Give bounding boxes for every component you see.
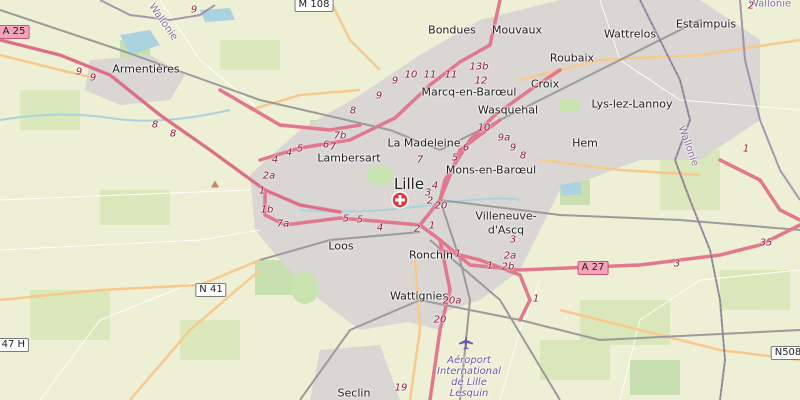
place-seclin[interactable]: Seclin	[338, 387, 371, 400]
junction-number: 5	[342, 213, 350, 225]
road-shield-a27[interactable]: A 27	[577, 261, 609, 275]
junction-number: 1b	[260, 204, 274, 216]
junction-number: 2	[413, 223, 421, 235]
place-marcq[interactable]: Marcq-en-Barœul	[422, 86, 517, 99]
junction-number: 2	[747, 0, 755, 12]
road-shield-n508[interactable]: N508	[770, 346, 800, 360]
junction-number: 6	[322, 139, 330, 151]
junction-number: 2	[426, 195, 434, 207]
place-wasquehal[interactable]: Wasquehal	[478, 104, 538, 117]
junction-number: 7a	[276, 218, 290, 230]
junction-number: 1	[258, 185, 266, 197]
junction-number: 5	[296, 143, 304, 155]
junction-number: 1	[532, 293, 540, 305]
junction-number: 9	[509, 142, 517, 154]
place-madeleine[interactable]: La Madeleine	[388, 137, 461, 150]
road-shield-n41[interactable]: N 41	[195, 283, 227, 297]
peak-icon	[211, 173, 219, 192]
airport-label[interactable]: Aéroport International de Lille Lesquin	[437, 355, 501, 399]
place-lambersart[interactable]: Lambersart	[317, 152, 380, 165]
junction-number: 12	[474, 75, 488, 87]
junction-number: 9	[190, 4, 198, 16]
region-wallonie: Wallonie	[748, 0, 792, 10]
junction-number: 7	[416, 154, 424, 166]
junction-number: 4	[376, 222, 384, 234]
junction-number: 4	[271, 154, 279, 166]
junction-number: 35	[759, 237, 773, 249]
junction-number: 9a	[497, 132, 511, 144]
junction-number: 20	[433, 314, 447, 326]
airport-icon[interactable]	[458, 334, 474, 354]
junction-number: 1	[486, 260, 494, 272]
place-wattignies[interactable]: Wattignies	[390, 290, 448, 303]
junction-number: 2b	[501, 261, 515, 273]
junction-number: 8	[519, 150, 527, 162]
airport-label-line: International	[437, 366, 501, 377]
junction-number: 13b	[469, 61, 489, 73]
road-shield-a25[interactable]: A 25	[0, 25, 30, 39]
place-lys[interactable]: Lys-lez-Lannoy	[592, 98, 673, 111]
junction-number: 1	[742, 143, 750, 155]
junction-number: 9	[89, 72, 97, 84]
junction-number: 3	[673, 258, 681, 270]
junction-number: 4	[431, 180, 439, 192]
junction-number: 9	[391, 75, 399, 87]
junction-number: 8	[169, 128, 177, 140]
junction-number: 10	[477, 122, 491, 134]
map-canvas[interactable]: Bondues Mouvaux Wattrelos Estaimpuis Arm…	[0, 0, 800, 400]
junction-number: 8	[151, 119, 159, 131]
place-bondues[interactable]: Bondues	[428, 24, 476, 37]
place-mons[interactable]: Mons-en-Barœul	[446, 164, 536, 177]
airport-label-line: Lesquin	[449, 388, 489, 399]
airport-label-line: de Lille	[451, 377, 487, 388]
junction-number: 1	[454, 248, 462, 260]
junction-number: 3	[509, 234, 517, 246]
hospital-icon[interactable]	[391, 191, 409, 213]
junction-number: 2a	[262, 170, 276, 182]
junction-number: 9	[75, 66, 83, 78]
place-wattrelos[interactable]: Wattrelos	[604, 28, 656, 41]
place-villeneuve-2[interactable]: d'Ascq	[488, 224, 524, 237]
junction-number: 6	[462, 142, 470, 154]
airport-label-line: Aéroport	[447, 355, 491, 366]
junction-number: 8	[349, 105, 357, 117]
junction-number: 9	[375, 90, 383, 102]
junction-number: 11	[423, 69, 437, 81]
place-estaimpuis[interactable]: Estaimpuis	[676, 18, 736, 31]
junction-number: 10	[404, 69, 418, 81]
junction-number: 5	[356, 214, 364, 226]
junction-number: 11	[444, 69, 458, 81]
junction-number: 20	[434, 200, 448, 212]
place-hem[interactable]: Hem	[572, 137, 598, 150]
road-shield-m108[interactable]: M 108	[294, 0, 334, 12]
junction-number: 5	[451, 152, 459, 164]
place-ronchin[interactable]: Ronchin	[409, 249, 453, 262]
junction-number: 7b	[333, 130, 347, 142]
junction-number: 19	[394, 382, 408, 394]
junction-number: 1	[428, 220, 436, 232]
junction-number: 2a	[503, 250, 517, 262]
junction-number: 4	[285, 147, 293, 159]
place-loos[interactable]: Loos	[328, 240, 353, 253]
place-armentieres[interactable]: Armentières	[112, 63, 179, 76]
place-mouvaux[interactable]: Mouvaux	[492, 24, 542, 37]
junction-number: 7	[329, 141, 337, 153]
place-croix[interactable]: Croix	[531, 78, 559, 91]
place-roubaix[interactable]: Roubaix	[550, 52, 594, 65]
junction-number: 20a	[442, 295, 462, 307]
road-shield-n47h[interactable]: N 47 H	[0, 338, 30, 352]
place-villeneuve[interactable]: Villeneuve-	[475, 210, 536, 223]
